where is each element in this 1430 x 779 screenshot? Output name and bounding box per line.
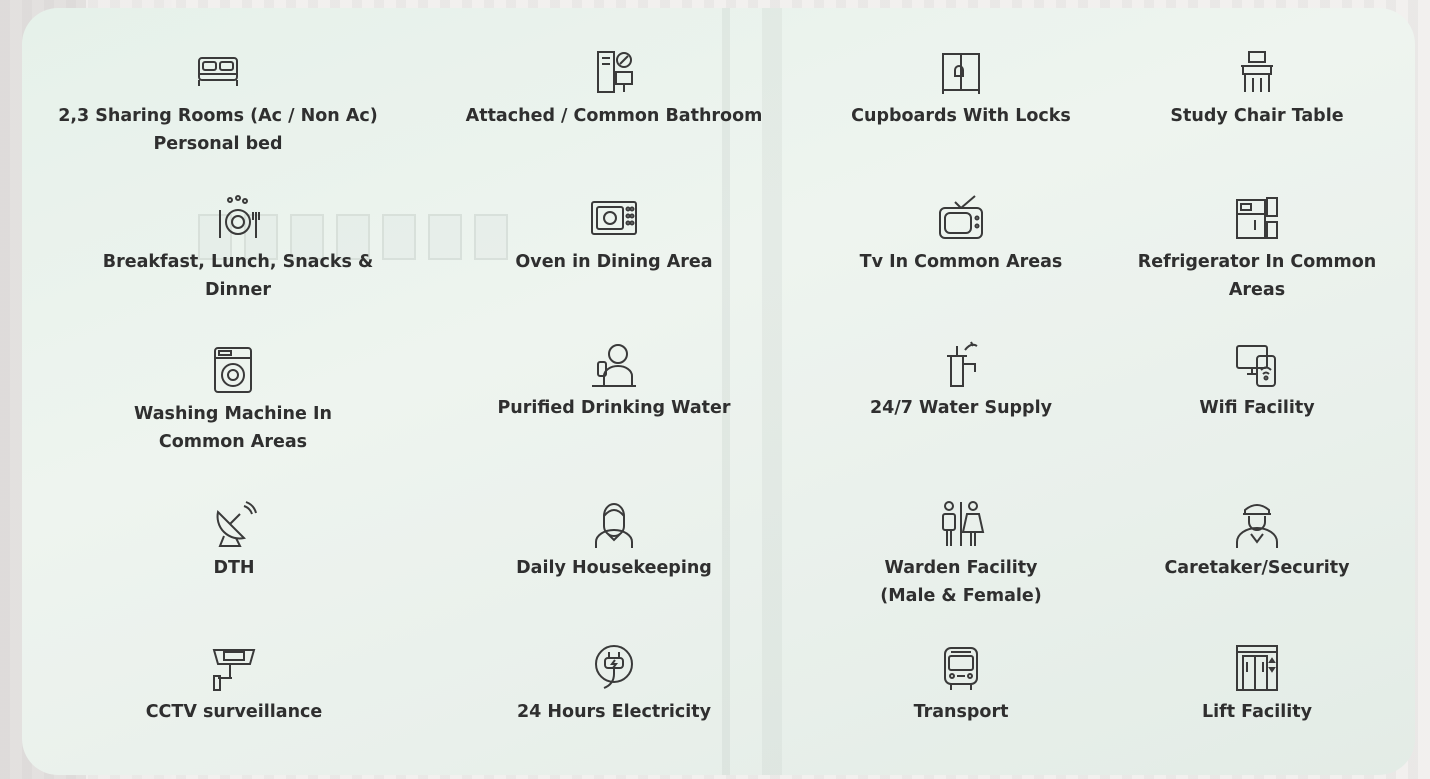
amenity-item: Daily Housekeeping <box>444 500 784 582</box>
amenity-label: Daily Housekeeping <box>516 558 712 578</box>
security-guard-icon <box>1233 500 1281 548</box>
electric-plug-icon <box>590 644 638 692</box>
bed-icon <box>194 48 242 96</box>
bus-icon <box>937 644 985 692</box>
wifi-device-icon <box>1233 340 1281 388</box>
amenity-label: 2,3 Sharing Rooms (Ac / Non Ac) Personal… <box>58 106 378 154</box>
amenity-item: Cupboards With Locks <box>791 48 1131 130</box>
amenity-label: Tv In Common Areas <box>859 252 1063 272</box>
amenity-label: Cupboards With Locks <box>851 106 1071 126</box>
refrigerator-icon <box>1233 194 1281 242</box>
amenity-label: Washing Machine In Common Areas <box>134 404 332 452</box>
amenity-label: DTH <box>213 558 255 578</box>
oven-icon <box>590 194 638 242</box>
water-tap-icon <box>937 340 985 388</box>
amenity-item: 24/7 Water Supply <box>791 340 1131 422</box>
meal-icon <box>214 194 262 242</box>
male-female-icon <box>937 500 985 548</box>
washing-machine-icon <box>209 346 257 394</box>
drinking-water-icon <box>590 340 638 388</box>
amenity-item: Lift Facility <box>1087 644 1427 726</box>
amenity-label: 24 Hours Electricity <box>516 702 712 722</box>
amenities-grid: 2,3 Sharing Rooms (Ac / Non Ac) Personal… <box>0 0 1430 779</box>
amenity-label: Study Chair Table <box>1170 106 1344 126</box>
bathroom-icon <box>590 48 638 96</box>
amenity-label: Attached / Common Bathroom <box>465 106 763 126</box>
amenity-item: DTH <box>64 500 404 582</box>
amenity-item: 2,3 Sharing Rooms (Ac / Non Ac) Personal… <box>48 48 388 158</box>
amenity-item: Transport <box>791 644 1131 726</box>
satellite-dish-icon <box>210 500 258 548</box>
amenity-item: Washing Machine In Common Areas <box>63 346 403 456</box>
elevator-icon <box>1233 644 1281 692</box>
amenity-item: Breakfast, Lunch, Snacks & Dinner <box>68 194 408 304</box>
amenity-item: CCTV surveillance <box>64 644 404 726</box>
amenity-item: Refrigerator In Common Areas <box>1087 194 1427 304</box>
amenity-item: 24 Hours Electricity <box>444 644 784 726</box>
amenity-label: Caretaker/Security <box>1164 558 1350 578</box>
amenity-label: 24/7 Water Supply <box>870 398 1052 418</box>
study-table-icon <box>1233 48 1281 96</box>
amenity-item: Wifi Facility <box>1087 340 1427 422</box>
amenity-item: Study Chair Table <box>1087 48 1427 130</box>
amenity-item: Oven in Dining Area <box>444 194 784 276</box>
amenity-label: Wifi Facility <box>1199 398 1315 418</box>
tv-icon <box>937 194 985 242</box>
amenity-label: Transport <box>913 702 1009 722</box>
cupboard-icon <box>937 48 985 96</box>
amenity-label: Warden Facility (Male & Female) <box>880 558 1042 606</box>
amenity-item: Attached / Common Bathroom <box>444 48 784 130</box>
cctv-camera-icon <box>210 644 258 692</box>
amenity-item: Warden Facility (Male & Female) <box>791 500 1131 610</box>
amenity-item: Caretaker/Security <box>1087 500 1427 582</box>
housekeeper-icon <box>590 500 638 548</box>
amenity-item: Purified Drinking Water <box>444 340 784 422</box>
amenity-label: Refrigerator In Common Areas <box>1137 252 1377 300</box>
amenity-item: Tv In Common Areas <box>791 194 1131 276</box>
amenity-label: CCTV surveillance <box>145 702 323 722</box>
amenity-label: Lift Facility <box>1201 702 1313 722</box>
amenity-label: Purified Drinking Water <box>497 398 731 418</box>
amenity-label: Breakfast, Lunch, Snacks & Dinner <box>102 252 374 300</box>
amenity-label: Oven in Dining Area <box>515 252 713 272</box>
